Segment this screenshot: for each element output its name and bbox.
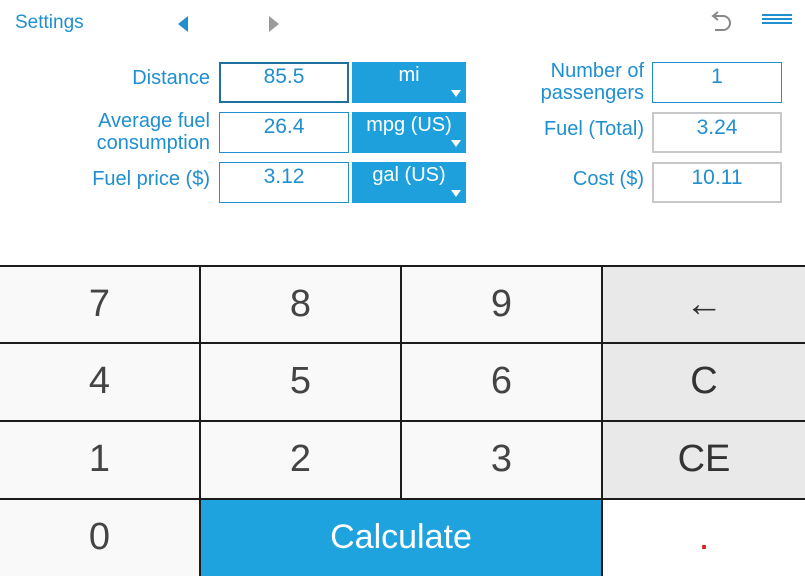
fuel-price-label: Fuel price ($) (92, 168, 210, 190)
key-3[interactable]: 3 (402, 422, 601, 498)
calculate-button[interactable]: Calculate (201, 500, 601, 576)
fuel-cost-calculator: Settings Distance 85.5 mi Average fuel c… (0, 0, 805, 576)
avg-fuel-unit-select[interactable]: mpg (US) (352, 112, 466, 153)
dropdown-caret-icon (451, 140, 461, 147)
fuel-total-output: 3.24 (652, 112, 782, 153)
key-7[interactable]: 7 (0, 267, 199, 342)
avg-fuel-label-line1: Average fuel (98, 110, 210, 132)
clear-key[interactable]: C (603, 344, 805, 420)
menu-icon[interactable] (762, 14, 792, 28)
key-0[interactable]: 0 (0, 500, 199, 576)
backspace-key[interactable]: ← (603, 267, 805, 342)
key-1[interactable]: 1 (0, 422, 199, 498)
distance-unit-select[interactable]: mi (352, 62, 466, 103)
key-9[interactable]: 9 (402, 267, 601, 342)
dropdown-caret-icon (451, 90, 461, 97)
cost-output: 10.11 (652, 162, 782, 203)
keypad: 7 8 9 ← 4 5 6 C 1 2 3 CE 0 Calculate . (0, 265, 805, 576)
fuel-price-unit-label: gal (US) (372, 164, 446, 186)
key-5[interactable]: 5 (201, 344, 400, 420)
avg-fuel-unit-label: mpg (US) (366, 114, 452, 136)
clear-entry-key[interactable]: CE (603, 422, 805, 498)
fuel-total-label: Fuel (Total) (543, 118, 644, 140)
key-2[interactable]: 2 (201, 422, 400, 498)
avg-fuel-label-line2: consumption (96, 132, 210, 154)
key-4[interactable]: 4 (0, 344, 199, 420)
decimal-key[interactable]: . (603, 500, 805, 576)
distance-unit-label: mi (398, 64, 420, 86)
fuel-price-unit-select[interactable]: gal (US) (352, 162, 466, 203)
passengers-input[interactable]: 1 (652, 62, 782, 103)
undo-icon[interactable] (708, 10, 734, 36)
fuel-price-input[interactable]: 3.12 (219, 162, 349, 203)
passengers-label-line1: Number of (550, 60, 644, 82)
passengers-label-line2: passengers (540, 82, 644, 104)
key-8[interactable]: 8 (201, 267, 400, 342)
passengers-label: Number of passengers (480, 60, 644, 104)
distance-label: Distance (132, 67, 210, 89)
distance-input[interactable]: 85.5 (219, 62, 349, 103)
top-bar: Settings (0, 0, 805, 46)
dropdown-caret-icon (451, 190, 461, 197)
key-6[interactable]: 6 (402, 344, 601, 420)
next-arrow-icon[interactable] (269, 16, 279, 32)
cost-label: Cost ($) (572, 168, 644, 190)
settings-link[interactable]: Settings (15, 12, 84, 34)
avg-fuel-label: Average fuel consumption (40, 110, 210, 154)
previous-arrow-icon[interactable] (178, 16, 188, 32)
avg-fuel-input[interactable]: 26.4 (219, 112, 349, 153)
